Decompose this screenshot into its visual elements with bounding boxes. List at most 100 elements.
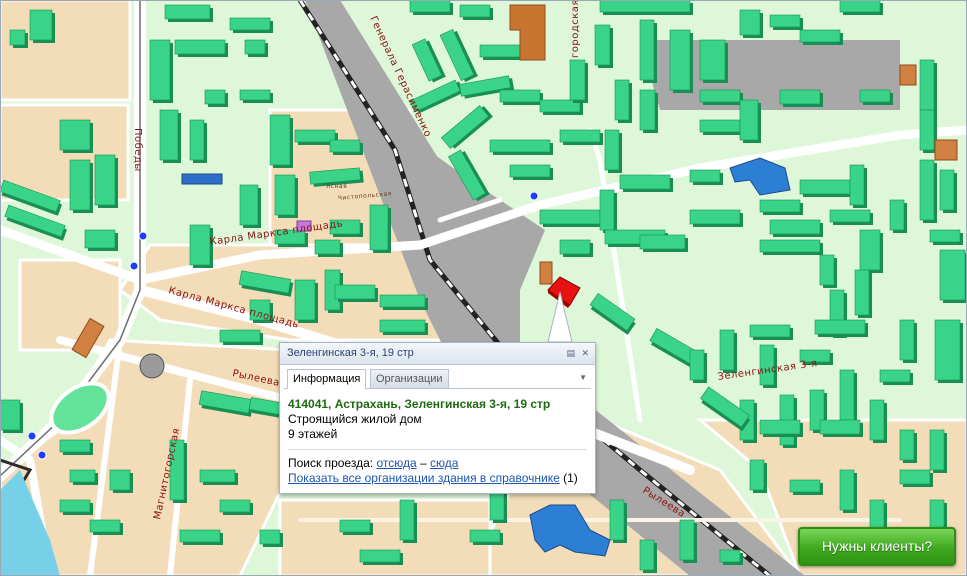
route-dash: – <box>419 456 427 470</box>
building <box>239 89 273 103</box>
building <box>719 549 743 565</box>
building <box>689 349 707 383</box>
building <box>369 204 391 253</box>
building <box>679 519 697 563</box>
building <box>569 59 588 103</box>
building-info-popup[interactable]: Зеленгинская 3-я, 19 стр ▤ ✕ Информация … <box>279 342 596 494</box>
building <box>559 239 593 257</box>
building <box>699 119 743 135</box>
building <box>269 114 293 168</box>
building <box>789 479 823 495</box>
building <box>669 29 693 93</box>
building <box>689 209 743 227</box>
building <box>174 39 228 57</box>
building <box>479 44 523 60</box>
building <box>839 369 857 423</box>
building-type: Строящийся жилой дом <box>288 412 422 426</box>
building <box>84 229 118 251</box>
building <box>29 9 55 43</box>
building <box>719 329 737 373</box>
building <box>609 499 627 543</box>
building <box>69 159 93 213</box>
building <box>509 164 553 180</box>
building <box>59 439 93 455</box>
building <box>9 29 28 48</box>
building <box>219 329 263 345</box>
street-label-pobedy: Победы <box>132 128 143 172</box>
building <box>59 119 93 153</box>
route-from-link[interactable]: отсюда <box>376 456 416 470</box>
building <box>769 219 823 237</box>
street-label-yasnaya: Ясная <box>326 183 347 190</box>
building <box>379 319 428 335</box>
route-to-link[interactable]: сюда <box>430 456 458 470</box>
building <box>149 39 173 103</box>
scroll-down-icon[interactable]: ▼ <box>579 373 587 382</box>
building <box>779 89 823 107</box>
building <box>934 319 963 383</box>
building <box>0 399 23 433</box>
need-clients-button[interactable]: Нужны клиенты? <box>798 527 956 566</box>
building <box>639 234 688 252</box>
building <box>939 249 967 303</box>
building <box>739 9 763 38</box>
minimize-icon[interactable]: ▤ <box>566 343 575 364</box>
building-address: 414041, Астрахань, Зеленгинская 3-я, 19 … <box>288 397 551 411</box>
building <box>759 239 823 255</box>
building <box>314 239 343 257</box>
tab-organizations[interactable]: Организации <box>370 369 449 388</box>
building <box>164 4 213 22</box>
building <box>339 519 373 535</box>
building <box>689 169 723 185</box>
building <box>829 209 873 225</box>
popup-title: Зеленгинская 3-я, 19 стр <box>287 347 414 359</box>
organizations-count: (1) <box>563 471 578 485</box>
building <box>879 369 913 385</box>
building <box>799 179 853 197</box>
building <box>179 529 223 545</box>
building <box>59 499 93 515</box>
building <box>929 429 947 473</box>
building <box>379 294 428 310</box>
building <box>189 119 207 163</box>
popup-separator <box>288 449 587 450</box>
popup-body: 414041, Астрахань, Зеленгинская 3-я, 19 … <box>280 389 595 486</box>
building <box>639 19 657 83</box>
building <box>819 419 863 437</box>
building <box>159 109 181 163</box>
building <box>889 199 907 233</box>
building <box>699 39 728 83</box>
building <box>89 519 123 535</box>
close-icon[interactable]: ✕ <box>581 343 589 364</box>
building <box>539 209 603 227</box>
route-search: Поиск проезда: отсюда – сюда <box>288 456 587 471</box>
popup-tabs: Информация Организации ▼ <box>284 367 591 389</box>
show-organizations-link[interactable]: Показать все организации здания в справо… <box>288 471 560 485</box>
building <box>599 189 617 233</box>
building <box>259 529 283 547</box>
building <box>899 319 917 363</box>
building <box>204 89 228 107</box>
building <box>499 89 543 105</box>
building <box>919 159 937 223</box>
building <box>489 139 553 155</box>
building <box>919 59 937 113</box>
building <box>604 129 622 173</box>
building <box>639 89 658 133</box>
building <box>749 324 793 340</box>
building <box>929 229 963 245</box>
building <box>359 549 403 565</box>
street-label-gorodskaya: городская <box>570 0 581 58</box>
tab-information[interactable]: Информация <box>287 369 367 389</box>
route-label: Поиск проезда: <box>288 456 374 470</box>
building <box>759 419 803 437</box>
building <box>459 4 493 20</box>
building <box>839 0 883 15</box>
building <box>244 39 268 57</box>
building <box>849 164 867 208</box>
building <box>229 17 273 33</box>
building <box>469 529 503 545</box>
building <box>614 79 632 123</box>
building <box>749 459 767 493</box>
building <box>769 14 803 30</box>
